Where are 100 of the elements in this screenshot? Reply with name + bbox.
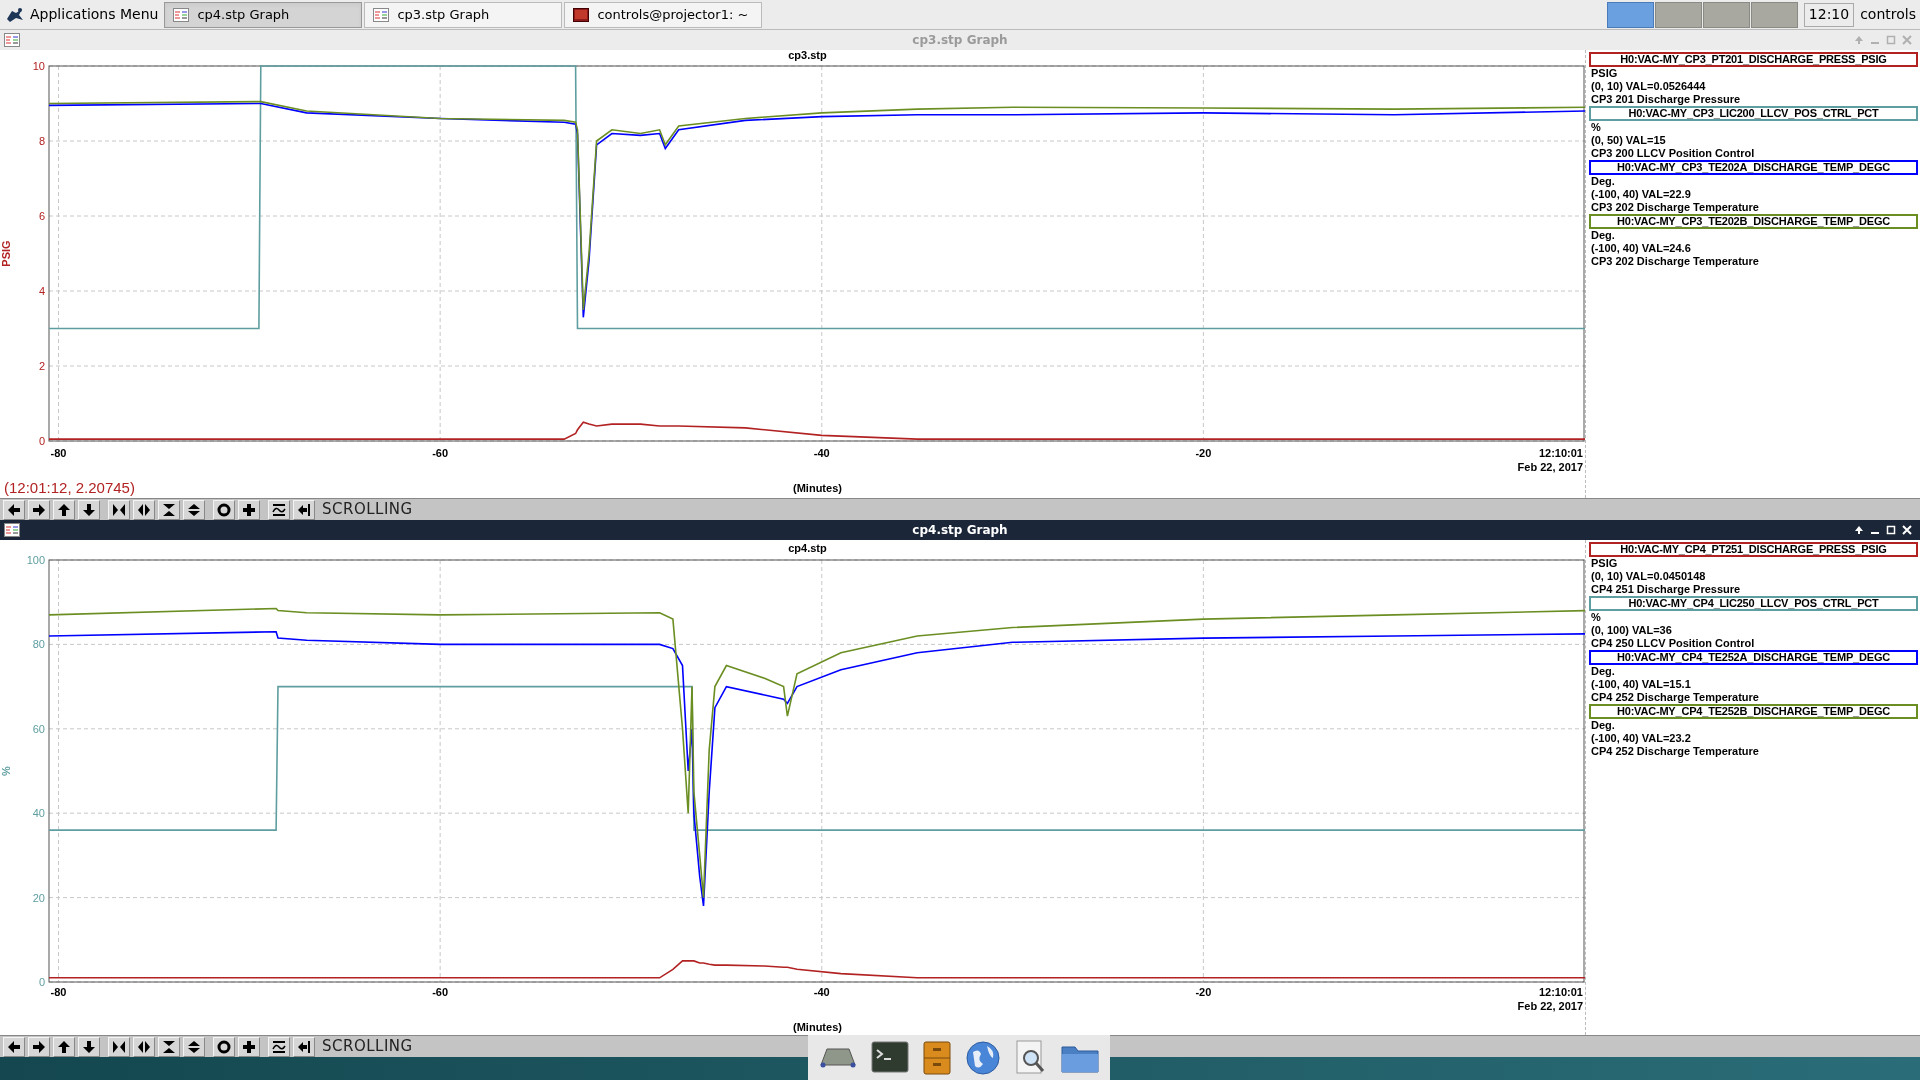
date-label: Feb 22, 2017 — [1517, 999, 1583, 1012]
circle-icon — [217, 502, 231, 517]
scroll-right-icon — [32, 1039, 46, 1054]
scroll-right-button[interactable] — [28, 499, 50, 520]
plus-button[interactable] — [238, 1036, 260, 1057]
scroll-up-button[interactable] — [53, 1036, 75, 1057]
workspace-switcher-cell[interactable] — [1750, 1, 1798, 28]
y-tick-label: 20 — [32, 891, 45, 904]
x-axis-label: (Minutes) — [793, 1019, 842, 1035]
scroll-up-icon — [57, 502, 71, 517]
zoom-out-vertical-icon — [187, 502, 201, 517]
plus-icon — [242, 502, 256, 517]
legend-description: CP3 202 Discharge Temperature — [1590, 255, 1760, 268]
legend-series-name[interactable]: H0:VAC-MY_CP4_TE252A_DISCHARGE_TEMP_DEGC — [1589, 650, 1918, 665]
legend-series-name[interactable]: H0:VAC-MY_CP4_LIC250_LLCV_POS_CTRL_PCT — [1589, 596, 1918, 611]
clock[interactable]: 12:10 — [1803, 2, 1855, 27]
scroll-left-button[interactable] — [3, 499, 25, 520]
y-tick-label: 6 — [38, 210, 45, 222]
time-label: 12:10:01 — [1538, 447, 1583, 459]
legend-series-name[interactable]: H0:VAC-MY_CP3_TE202A_DISCHARGE_TEMP_DEGC — [1589, 160, 1918, 175]
y-tick-label: 80 — [32, 637, 45, 650]
scroll-down-button[interactable] — [78, 1036, 100, 1057]
scroll-up-button[interactable] — [53, 499, 75, 520]
waveform-button[interactable] — [268, 499, 290, 520]
waveform-icon — [272, 502, 286, 517]
y-tick-label: 0 — [38, 975, 45, 988]
workspace-switcher-cell[interactable] — [1606, 1, 1654, 28]
applications-menu-button[interactable]: Applications Menu — [0, 0, 163, 29]
y-tick-label: 10 — [32, 60, 45, 72]
user-name[interactable]: controls — [1860, 4, 1920, 25]
x-axis-label: (Minutes) — [793, 480, 842, 496]
legend-series-name[interactable]: H0:VAC-MY_CP4_TE252B_DISCHARGE_TEMP_DEGC — [1589, 704, 1918, 719]
legend-reading: (-100, 40) VAL=24.6 — [1590, 242, 1692, 255]
scroll-down-button[interactable] — [78, 499, 100, 520]
terminal-icon — [573, 7, 590, 22]
y-tick-label: 60 — [32, 722, 45, 735]
time-label: 12:10:01 — [1538, 985, 1583, 998]
legend-description: CP3 202 Discharge Temperature — [1590, 201, 1760, 214]
legend-series-name[interactable]: H0:VAC-MY_CP4_PT251_DISCHARGE_PRESS_PSIG — [1589, 542, 1918, 557]
zoom-in-vertical-button[interactable] — [158, 1036, 180, 1057]
zoom-out-horizontal-button[interactable] — [133, 499, 155, 520]
zoom-out-horizontal-icon — [137, 502, 151, 517]
legend-reading: (-100, 40) VAL=23.2 — [1590, 732, 1692, 745]
taskbar-button[interactable]: controls@projector1: ~ — [564, 1, 763, 28]
graph-app-icon — [373, 7, 390, 22]
window-title: cp4.stp Graph — [912, 522, 1008, 539]
zoom-out-horizontal-icon — [137, 1039, 151, 1054]
y-tick-label: 8 — [38, 135, 45, 147]
legend-reading: (0, 50) VAL=15 — [1590, 134, 1667, 147]
drive-icon[interactable] — [819, 1046, 857, 1069]
legend-series-name[interactable]: H0:VAC-MY_CP3_TE202B_DISCHARGE_TEMP_DEGC — [1589, 214, 1918, 229]
y-axis-label: % — [0, 765, 12, 776]
x-tick-label: -40 — [813, 985, 830, 998]
workspace-switcher-cell[interactable] — [1702, 1, 1750, 28]
zoom-out-vertical-button[interactable] — [183, 499, 205, 520]
scroll-right-icon — [32, 502, 46, 517]
circle-button[interactable] — [213, 1036, 235, 1057]
zoom-out-vertical-icon — [187, 1039, 201, 1054]
x-tick-label: -60 — [432, 985, 449, 998]
jump-to-start-button[interactable] — [293, 1036, 315, 1057]
window-title: cp3.stp Graph — [912, 32, 1008, 49]
x-tick-label: -20 — [1195, 447, 1212, 459]
legend-unit: Deg. — [1590, 175, 1616, 188]
plus-button[interactable] — [238, 499, 260, 520]
legend-reading: (0, 100) VAL=36 — [1590, 624, 1673, 637]
zoom-out-horizontal-button[interactable] — [133, 1036, 155, 1057]
legend-unit: % — [1590, 611, 1602, 624]
taskbar-button[interactable]: cp4.stp Graph — [164, 1, 363, 28]
workspace-switcher-cell[interactable] — [1654, 1, 1702, 28]
zoom-in-vertical-icon — [162, 1039, 176, 1054]
legend-description: CP3 200 LLCV Position Control — [1590, 147, 1756, 160]
file-cabinet-icon[interactable] — [923, 1040, 951, 1075]
zoom-out-vertical-button[interactable] — [183, 1036, 205, 1057]
circle-button[interactable] — [213, 499, 235, 520]
mode-label: SCROLLING — [322, 499, 413, 521]
zoom-in-vertical-button[interactable] — [158, 499, 180, 520]
scroll-left-button[interactable] — [3, 1036, 25, 1057]
legend-reading: (-100, 40) VAL=15.1 — [1590, 678, 1692, 691]
y-tick-label: 2 — [38, 360, 45, 372]
globe-icon[interactable] — [965, 1039, 1001, 1076]
scroll-left-icon — [7, 502, 21, 517]
y-tick-label: 100 — [26, 553, 45, 566]
waveform-button[interactable] — [268, 1036, 290, 1057]
shade-icon[interactable] — [1854, 525, 1864, 535]
chart-title: cp3.stp — [788, 50, 827, 61]
scroll-right-button[interactable] — [28, 1036, 50, 1057]
zoom-in-horizontal-button[interactable] — [108, 499, 130, 520]
taskbar-button[interactable]: cp3.stp Graph — [364, 1, 563, 28]
zoom-in-horizontal-button[interactable] — [108, 1036, 130, 1057]
legend-description: CP4 252 Discharge Temperature — [1590, 691, 1760, 704]
legend-reading: (0, 10) VAL=0.0450148 — [1590, 570, 1707, 583]
jump-to-start-icon — [297, 1039, 311, 1054]
legend-series-name[interactable]: H0:VAC-MY_CP3_PT201_DISCHARGE_PRESS_PSIG — [1589, 52, 1918, 67]
scroll-down-icon — [82, 502, 96, 517]
x-tick-label: -20 — [1195, 985, 1212, 998]
jump-to-start-button[interactable] — [293, 499, 315, 520]
legend-unit: Deg. — [1590, 665, 1616, 678]
terminal-icon[interactable] — [871, 1040, 909, 1075]
document-search-icon[interactable] — [1015, 1039, 1047, 1076]
legend-series-name[interactable]: H0:VAC-MY_CP3_LIC200_LLCV_POS_CTRL_PCT — [1589, 106, 1918, 121]
